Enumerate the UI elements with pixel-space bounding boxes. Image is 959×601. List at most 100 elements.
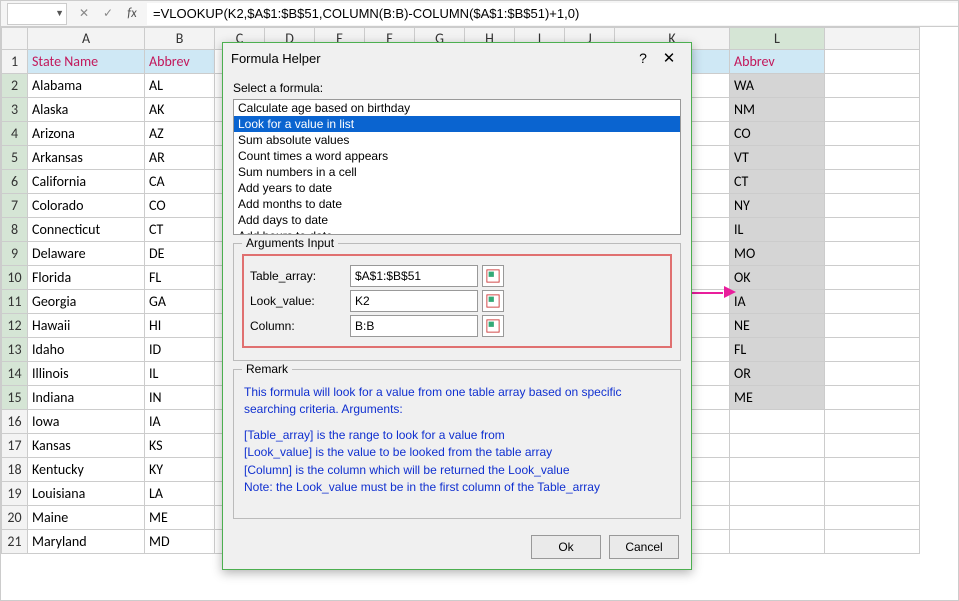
cell[interactable]: Alaska	[28, 98, 145, 122]
name-box[interactable]: ▼	[7, 3, 67, 25]
row-header[interactable]: 14	[2, 362, 28, 386]
help-icon[interactable]: ?	[631, 50, 655, 66]
cell[interactable]	[825, 386, 920, 410]
cell[interactable]	[825, 122, 920, 146]
formula-list-item[interactable]: Count times a word appears	[234, 148, 680, 164]
cell[interactable]: FL	[730, 338, 825, 362]
cell[interactable]: OR	[730, 362, 825, 386]
cell[interactable]: HI	[145, 314, 215, 338]
cell[interactable]: CT	[145, 218, 215, 242]
cell[interactable]: Georgia	[28, 290, 145, 314]
column-input[interactable]	[350, 315, 478, 337]
cell[interactable]: Alabama	[28, 74, 145, 98]
cell[interactable]	[825, 410, 920, 434]
range-picker-icon[interactable]	[482, 290, 504, 312]
cell[interactable]: Indiana	[28, 386, 145, 410]
row-header[interactable]: 21	[2, 530, 28, 554]
cell[interactable]	[825, 530, 920, 554]
cell[interactable]: IL	[730, 218, 825, 242]
cell[interactable]: Iowa	[28, 410, 145, 434]
row-header[interactable]: 7	[2, 194, 28, 218]
cell[interactable]: KS	[145, 434, 215, 458]
cell[interactable]	[825, 434, 920, 458]
cell[interactable]	[825, 242, 920, 266]
formula-list-item[interactable]: Add months to date	[234, 196, 680, 212]
cell[interactable]: AZ	[145, 122, 215, 146]
cell[interactable]: State Name	[28, 50, 145, 74]
cancel-formula-icon[interactable]: ✕	[75, 5, 93, 23]
cell[interactable]	[730, 482, 825, 506]
row-header[interactable]: 5	[2, 146, 28, 170]
row-header[interactable]: 10	[2, 266, 28, 290]
cell[interactable]: LA	[145, 482, 215, 506]
cell[interactable]: Idaho	[28, 338, 145, 362]
cell[interactable]: DE	[145, 242, 215, 266]
cell[interactable]	[730, 410, 825, 434]
row-header[interactable]: 17	[2, 434, 28, 458]
row-header[interactable]: 3	[2, 98, 28, 122]
cell[interactable]	[825, 338, 920, 362]
cell[interactable]: KY	[145, 458, 215, 482]
cell[interactable]	[730, 434, 825, 458]
cell[interactable]	[825, 146, 920, 170]
cell[interactable]: AK	[145, 98, 215, 122]
row-header[interactable]: 2	[2, 74, 28, 98]
row-header[interactable]: 12	[2, 314, 28, 338]
cell[interactable]	[730, 458, 825, 482]
confirm-formula-icon[interactable]: ✓	[99, 5, 117, 23]
cell[interactable]: Maine	[28, 506, 145, 530]
cell[interactable]	[825, 170, 920, 194]
cell[interactable]: Maryland	[28, 530, 145, 554]
cell[interactable]: Illinois	[28, 362, 145, 386]
col-header-l[interactable]: L	[730, 28, 825, 50]
cell[interactable]: WA	[730, 74, 825, 98]
cell[interactable]: OK	[730, 266, 825, 290]
cell[interactable]: ME	[730, 386, 825, 410]
cell[interactable]: Florida	[28, 266, 145, 290]
cell[interactable]: NM	[730, 98, 825, 122]
cell[interactable]: IL	[145, 362, 215, 386]
range-picker-icon[interactable]	[482, 265, 504, 287]
cell[interactable]: Kentucky	[28, 458, 145, 482]
formula-list-item[interactable]: Add hours to date	[234, 228, 680, 235]
row-header[interactable]: 6	[2, 170, 28, 194]
row-header[interactable]: 19	[2, 482, 28, 506]
cell[interactable]	[825, 266, 920, 290]
col-header-a[interactable]: A	[28, 28, 145, 50]
cell[interactable]	[825, 50, 920, 74]
formula-list[interactable]: Calculate age based on birthdayLook for …	[233, 99, 681, 235]
cell[interactable]: MD	[145, 530, 215, 554]
row-header[interactable]: 16	[2, 410, 28, 434]
col-header-blank[interactable]	[825, 28, 920, 50]
cell[interactable]: NY	[730, 194, 825, 218]
cell[interactable]: AL	[145, 74, 215, 98]
cell[interactable]: AR	[145, 146, 215, 170]
cell[interactable]: Kansas	[28, 434, 145, 458]
row-header[interactable]: 13	[2, 338, 28, 362]
cell[interactable]: Connecticut	[28, 218, 145, 242]
cell[interactable]: Arkansas	[28, 146, 145, 170]
cell[interactable]	[825, 458, 920, 482]
cell[interactable]: Abbrev	[730, 50, 825, 74]
cell[interactable]	[825, 98, 920, 122]
chevron-down-icon[interactable]: ▼	[55, 8, 64, 19]
cell[interactable]: GA	[145, 290, 215, 314]
cell[interactable]: Arizona	[28, 122, 145, 146]
fx-icon[interactable]: fx	[123, 5, 141, 23]
cell[interactable]	[825, 362, 920, 386]
row-header[interactable]: 1	[2, 50, 28, 74]
cell[interactable]: MO	[730, 242, 825, 266]
cell[interactable]: VT	[730, 146, 825, 170]
cell[interactable]	[825, 194, 920, 218]
cell[interactable]: ME	[145, 506, 215, 530]
cell[interactable]: California	[28, 170, 145, 194]
cell[interactable]	[825, 290, 920, 314]
dialog-titlebar[interactable]: Formula Helper ? ✕	[223, 43, 691, 73]
formula-list-item[interactable]: Add days to date	[234, 212, 680, 228]
ok-button[interactable]: Ok	[531, 535, 601, 559]
range-picker-icon[interactable]	[482, 315, 504, 337]
formula-list-item[interactable]: Sum absolute values	[234, 132, 680, 148]
cell[interactable]: IN	[145, 386, 215, 410]
close-icon[interactable]: ✕	[655, 49, 683, 67]
look-value-input[interactable]	[350, 290, 478, 312]
